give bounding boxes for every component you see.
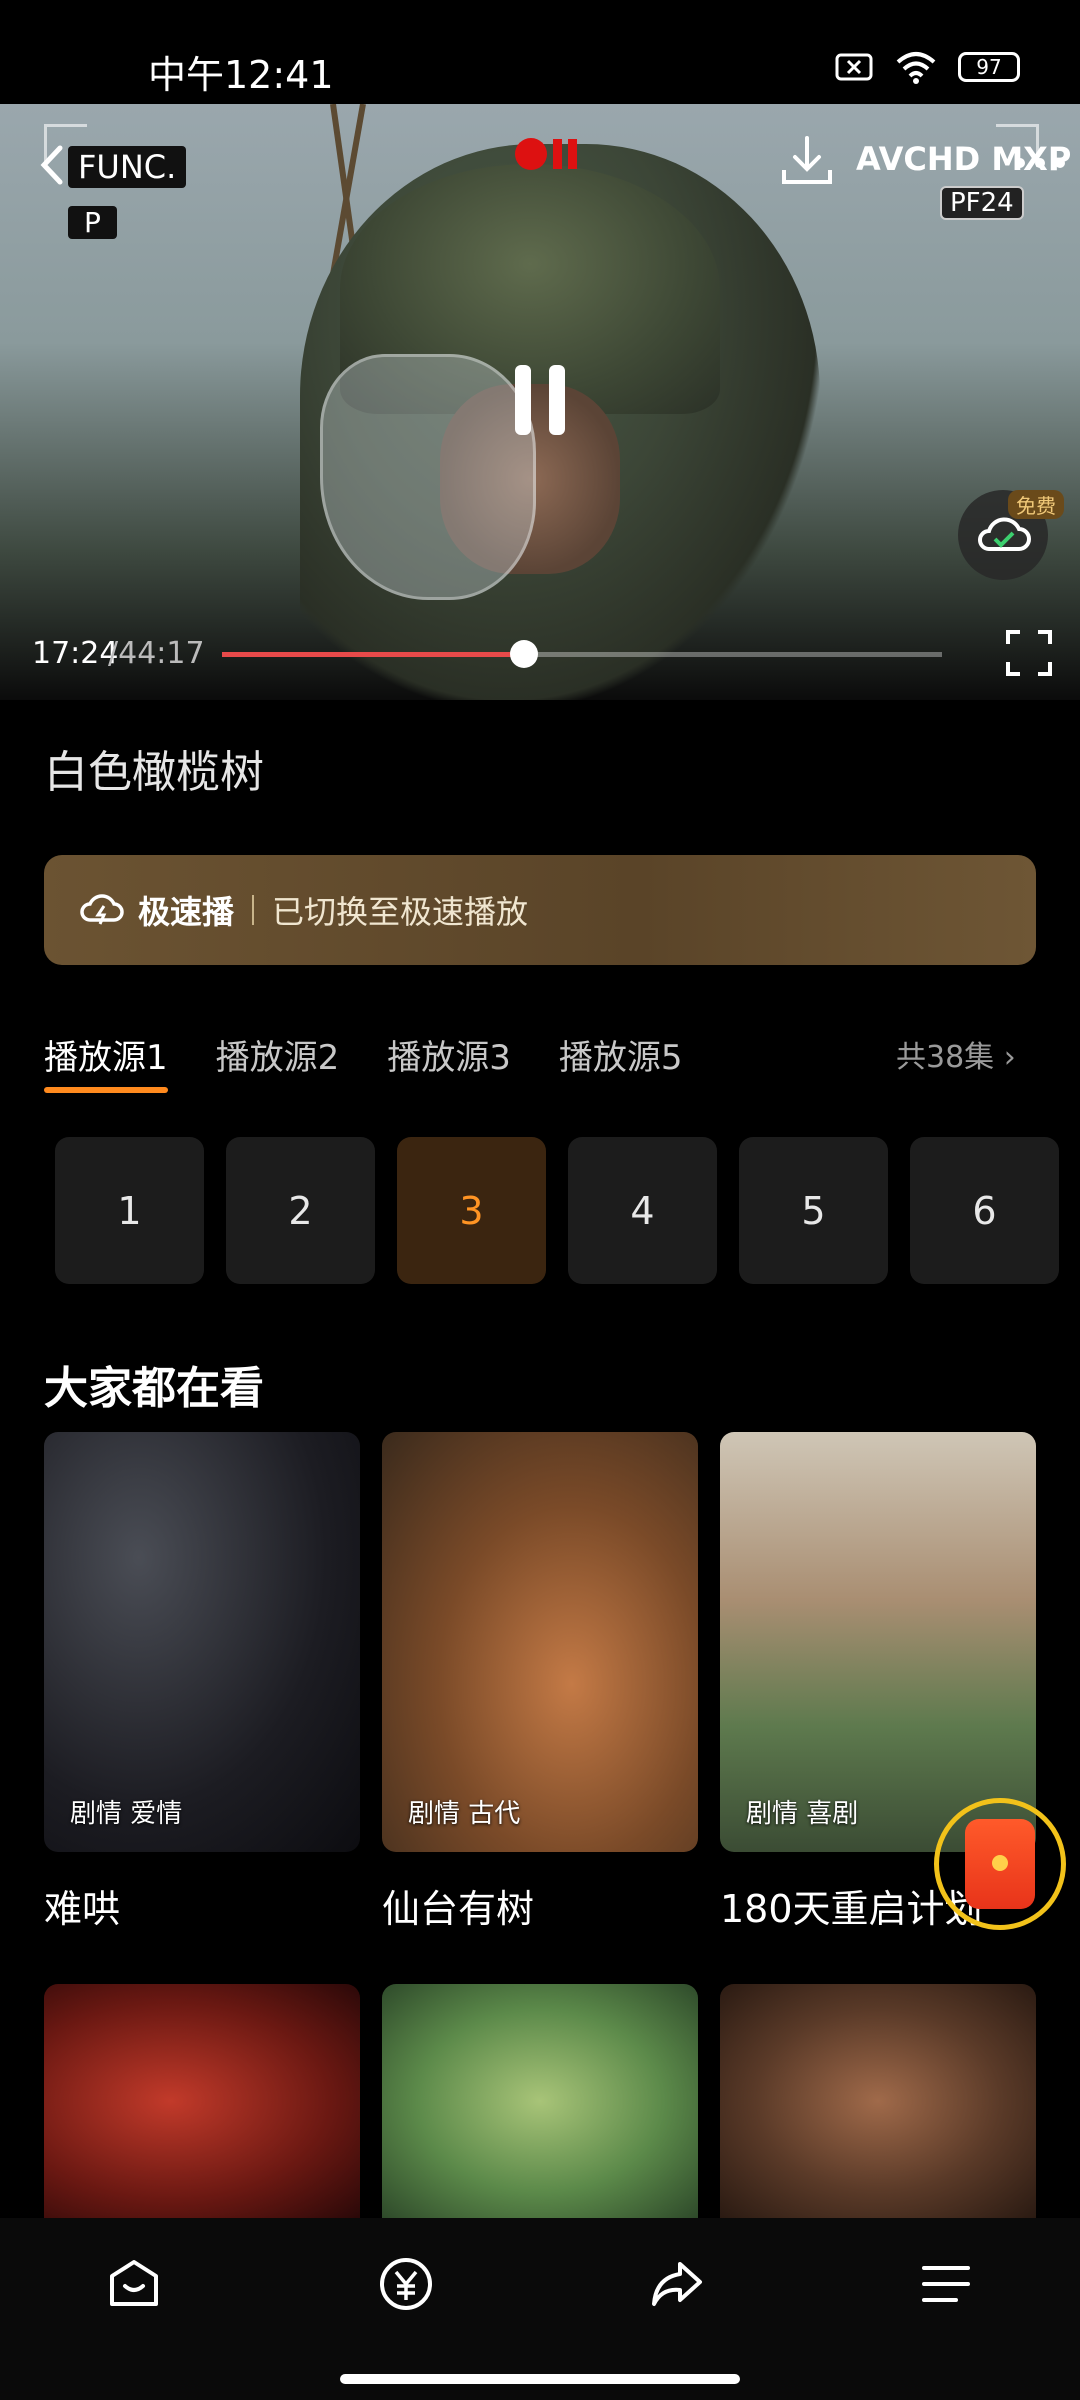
total-episodes-label: 共38集: [896, 1040, 995, 1075]
episode-button[interactable]: 1: [55, 1137, 204, 1284]
hud-func-label: FUNC.: [68, 146, 187, 188]
hud-frame-label: PF24: [940, 186, 1024, 220]
bottom-nav: [0, 2218, 1080, 2400]
speed-play-banner[interactable]: 极速播 已切换至极速播放: [44, 855, 1036, 965]
source-tabs: 播放源1 播放源2 播放源3 播放源5: [44, 1030, 683, 1093]
battery-indicator: 97: [958, 52, 1020, 82]
status-time: 中午12:41: [148, 53, 334, 97]
status-icons: 97: [834, 50, 1020, 84]
status-bar: 中午12:41 97: [0, 0, 1080, 104]
recommend-card-poster[interactable]: 剧情 喜剧: [720, 1432, 1036, 1852]
banner-divider: [252, 895, 255, 925]
record-dot-icon: [515, 138, 547, 170]
total-time: /44:17: [108, 636, 205, 671]
card-tags: 剧情 古代: [408, 1799, 521, 1829]
chevron-right-icon: ›: [1003, 1040, 1016, 1075]
fullscreen-icon[interactable]: [1004, 628, 1054, 678]
sim-off-icon: [835, 53, 873, 81]
hud-mode-label: P: [68, 206, 117, 239]
episode-list: 1 2 3 4 5 6: [55, 1137, 1059, 1284]
yuan-icon[interactable]: [376, 2254, 436, 2314]
tab-source-2[interactable]: 播放源2: [216, 1030, 340, 1093]
recommend-card-poster[interactable]: [720, 1984, 1036, 2218]
more-icon[interactable]: [1010, 148, 1070, 178]
episode-button[interactable]: 5: [739, 1137, 888, 1284]
tab-source-1[interactable]: 播放源1: [44, 1030, 168, 1093]
red-packet-icon[interactable]: [934, 1798, 1066, 1930]
home-indicator[interactable]: [340, 2374, 740, 2384]
record-indicator: [515, 138, 577, 170]
video-frame-visor: [320, 354, 536, 600]
current-time: 17:24: [32, 636, 119, 671]
episode-button[interactable]: 6: [910, 1137, 1059, 1284]
wifi-icon: [896, 52, 936, 84]
cloud-bolt-icon: [80, 894, 124, 925]
pause-icon[interactable]: [505, 365, 575, 445]
tab-source-5[interactable]: 播放源5: [559, 1030, 683, 1093]
recommend-card-poster[interactable]: [44, 1984, 360, 2218]
download-icon[interactable]: [778, 132, 836, 190]
recommend-card-poster[interactable]: 剧情 爱情: [44, 1432, 360, 1852]
record-bar: [553, 139, 562, 169]
cloud-icon: [978, 517, 1031, 551]
total-episodes-link[interactable]: 共38集 ›: [896, 1032, 1016, 1076]
free-badge: 免费: [1008, 490, 1064, 519]
back-icon[interactable]: [30, 140, 80, 190]
record-bar: [568, 139, 577, 169]
menu-icon[interactable]: [916, 2254, 976, 2314]
episode-button[interactable]: 4: [568, 1137, 717, 1284]
progress-fill: [222, 652, 525, 657]
speed-play-message: 已切换至极速播放: [272, 893, 529, 931]
video-title: 白色橄榄树: [44, 747, 264, 798]
episode-button[interactable]: 2: [226, 1137, 375, 1284]
home-icon[interactable]: [104, 2254, 164, 2314]
card-tags: 剧情 喜剧: [746, 1799, 859, 1829]
share-icon[interactable]: [646, 2254, 706, 2314]
recommend-card-poster[interactable]: [382, 1984, 698, 2218]
card-tags: 剧情 爱情: [70, 1799, 183, 1829]
speed-play-label: 极速播: [138, 893, 235, 931]
episode-button-active[interactable]: 3: [397, 1137, 546, 1284]
card-title[interactable]: 难哄: [44, 1878, 120, 1933]
recommend-heading: 大家都在看: [44, 1363, 264, 1414]
tab-source-3[interactable]: 播放源3: [387, 1030, 511, 1093]
card-title[interactable]: 仙台有树: [382, 1878, 534, 1933]
recommend-card-poster[interactable]: 剧情 古代: [382, 1432, 698, 1852]
